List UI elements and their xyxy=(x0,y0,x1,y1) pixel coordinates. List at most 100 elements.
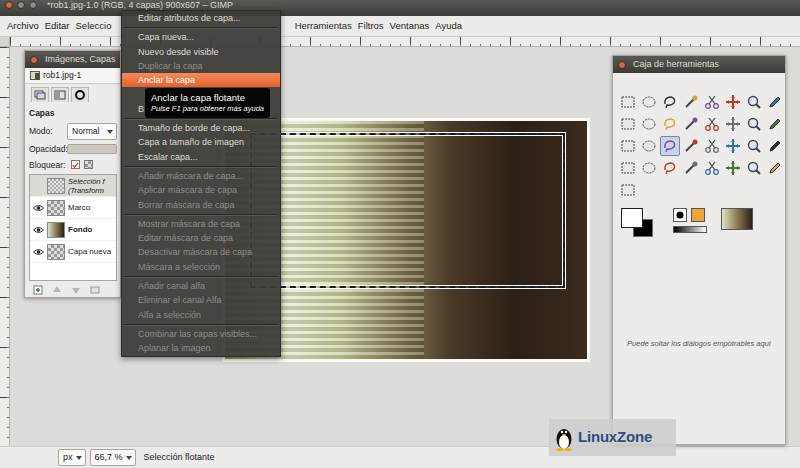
visibility-toggle[interactable] xyxy=(32,180,44,192)
image-tab[interactable]: rob1.jpg-1 xyxy=(25,68,120,84)
vertical-ruler[interactable] xyxy=(0,47,10,446)
close-button[interactable] xyxy=(30,56,38,64)
close-button[interactable] xyxy=(618,61,626,69)
paths-icon xyxy=(74,90,86,100)
layers-tab[interactable] xyxy=(31,87,49,102)
layer-name-line: Marco xyxy=(68,203,90,212)
visibility-toggle[interactable] xyxy=(32,202,44,214)
menu-item-label: Duplicar la capa xyxy=(138,61,203,71)
brush-icon xyxy=(676,211,684,219)
menu-item-label: Máscara a selección xyxy=(138,262,220,272)
visibility-toggle[interactable] xyxy=(32,224,44,236)
lower-layer-icon[interactable] xyxy=(71,285,81,295)
tool-button[interactable] xyxy=(765,114,785,134)
menu-item[interactable]: Escalar capa... xyxy=(122,150,280,164)
tool-button[interactable] xyxy=(744,158,764,178)
layer-thumbnail xyxy=(47,244,65,260)
menu-item[interactable]: Capa nueva... xyxy=(122,30,280,44)
tool-button[interactable] xyxy=(639,114,659,134)
menu-bar-item[interactable]: Herramientas xyxy=(292,19,355,33)
tool-button[interactable] xyxy=(618,158,638,178)
menu-item[interactable]: Nuevo desde visible xyxy=(122,45,280,59)
tool-button[interactable] xyxy=(681,158,701,178)
tool-button[interactable] xyxy=(744,136,764,156)
tool-button[interactable] xyxy=(618,114,638,134)
tool-button[interactable] xyxy=(639,92,659,112)
floating-selection[interactable] xyxy=(250,133,565,288)
tool-button[interactable] xyxy=(618,136,638,156)
tool-button[interactable] xyxy=(723,158,743,178)
tool-icon xyxy=(725,116,741,132)
tool-button[interactable] xyxy=(681,136,701,156)
minimize-button[interactable] xyxy=(17,1,25,9)
tool-icon xyxy=(662,160,678,176)
layer-row[interactable]: Capa nueva xyxy=(30,241,116,263)
menu-bar-item[interactable]: Seleccio xyxy=(73,19,115,33)
menu-item[interactable]: Tamaño de borde de capa... xyxy=(122,121,280,135)
opacity-slider[interactable] xyxy=(67,144,117,154)
menu-bar-item[interactable]: Ayuda xyxy=(432,19,465,33)
image-preview[interactable] xyxy=(721,208,753,230)
tool-button[interactable] xyxy=(660,114,680,134)
tool-button[interactable] xyxy=(765,92,785,112)
drop-hint: Puede soltar los diálogos empotrables aq… xyxy=(625,338,773,349)
tool-button[interactable] xyxy=(681,92,701,112)
menu-bar-item[interactable]: Filtros xyxy=(355,19,387,33)
layer-row[interactable]: Marco xyxy=(30,197,116,219)
duplicate-layer-icon[interactable] xyxy=(90,285,100,295)
pattern-preview[interactable] xyxy=(691,208,705,222)
alpha-lock-icon[interactable] xyxy=(84,160,93,169)
mode-select[interactable]: Normal xyxy=(67,123,117,140)
menu-bar-item[interactable]: Ventanas xyxy=(387,19,433,33)
layer-row[interactable]: Fondo xyxy=(30,219,116,241)
fg-bg-colors[interactable] xyxy=(621,208,659,240)
tooltip-hint: Pulse F1 para obtener más ayuda xyxy=(151,104,264,114)
menu-item[interactable]: Capa a tamaño de imagen xyxy=(122,135,280,149)
tool-button[interactable] xyxy=(702,92,722,112)
menu-bar-item[interactable]: Editar xyxy=(42,19,73,33)
menu-item-highlight: Eliminar el canal Alfa xyxy=(122,293,280,307)
menu-item-highlight: Anclar la capa xyxy=(122,73,280,87)
menu-bar-item[interactable]: Archivo xyxy=(4,19,42,33)
visibility-toggle[interactable] xyxy=(32,246,44,258)
lock-checkbox[interactable] xyxy=(71,160,80,169)
tooltip-title: Anclar la capa flotante xyxy=(151,92,264,104)
tool-button[interactable] xyxy=(744,92,764,112)
menu-item[interactable]: Anclar la capa xyxy=(122,73,280,87)
menu-item-highlight: Editar atributos de capa... xyxy=(122,11,280,25)
paths-tab[interactable] xyxy=(71,87,89,102)
unit-select[interactable]: px xyxy=(58,449,86,466)
tool-button[interactable] xyxy=(723,114,743,134)
new-layer-icon[interactable] xyxy=(33,285,43,295)
tool-button[interactable] xyxy=(618,92,638,112)
tool-button[interactable] xyxy=(723,136,743,156)
tool-button[interactable] xyxy=(744,114,764,134)
gradient-preview[interactable] xyxy=(673,226,707,233)
foreground-color[interactable] xyxy=(621,208,643,228)
tool-button[interactable] xyxy=(639,136,659,156)
tool-button[interactable] xyxy=(660,92,680,112)
layer-row[interactable]: Selección f(Transform xyxy=(30,175,116,197)
channels-icon xyxy=(54,90,66,100)
maximize-button[interactable] xyxy=(29,1,37,9)
channels-tab[interactable] xyxy=(51,87,69,102)
tool-button[interactable] xyxy=(765,158,785,178)
raise-layer-icon[interactable] xyxy=(52,285,62,295)
brush-preview[interactable] xyxy=(673,208,687,222)
ruler-corner[interactable] xyxy=(0,37,10,47)
tool-button[interactable] xyxy=(723,92,743,112)
window-title: *rob1.jpg-1.0 (RGB, 4 capas) 900x607 – G… xyxy=(47,0,233,10)
menu-item[interactable]: Editar atributos de capa... xyxy=(122,11,280,25)
tool-button[interactable] xyxy=(702,114,722,134)
tool-button[interactable] xyxy=(660,158,680,178)
tool-button[interactable] xyxy=(681,114,701,134)
tool-button[interactable] xyxy=(702,158,722,178)
tool-button[interactable] xyxy=(765,136,785,156)
zoom-select[interactable]: 66,7 % xyxy=(90,449,136,466)
close-button[interactable] xyxy=(5,1,13,9)
tool-button[interactable] xyxy=(660,136,680,156)
tool-button[interactable] xyxy=(702,136,722,156)
menu-item-label: Desactivar máscara de capa xyxy=(138,247,252,257)
tool-button[interactable] xyxy=(618,180,638,200)
tool-button[interactable] xyxy=(639,158,659,178)
